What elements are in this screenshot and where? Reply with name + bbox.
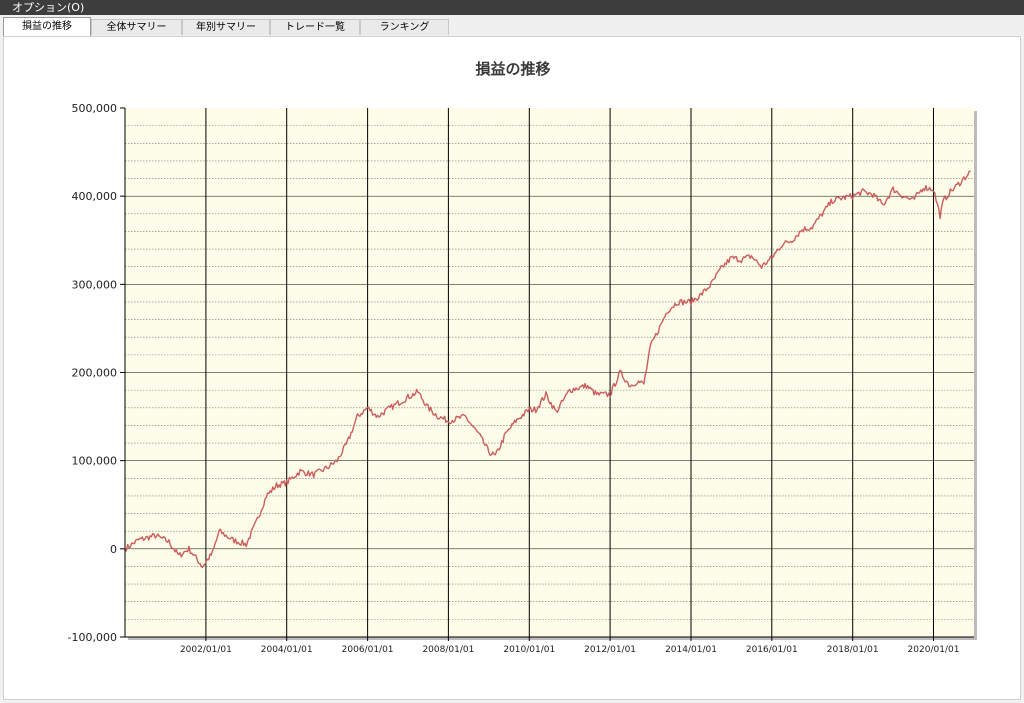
tab-trade-list[interactable]: トレード一覧 <box>270 19 360 35</box>
x-tick-label: 2020/01/01 <box>908 645 960 655</box>
y-tick-label: 500,000 <box>72 102 118 115</box>
chart-panel: 損益の推移 -100,000 0 100,000 200,000 300,000 400,… <box>3 36 1021 700</box>
y-tick-label: 0 <box>110 543 117 556</box>
x-tick-label: 2014/01/01 <box>665 645 717 655</box>
x-tick-label: 2010/01/01 <box>503 645 555 655</box>
y-tick-label: 400,000 <box>72 190 118 203</box>
x-tick-label: 2012/01/01 <box>584 645 636 655</box>
y-tick-label: -100,000 <box>68 631 117 644</box>
tab-strip: 損益の推移 全体サマリー 年別サマリー トレード一覧 ランキング <box>0 16 1024 37</box>
x-tick-label: 2018/01/01 <box>827 645 879 655</box>
x-tick-label: 2002/01/01 <box>180 645 232 655</box>
x-tick-label: 2004/01/01 <box>261 645 313 655</box>
tab-pnl-history[interactable]: 損益の推移 <box>3 17 91 37</box>
pnl-chart: 損益の推移 -100,000 0 100,000 200,000 300,000 400,… <box>68 60 977 655</box>
x-tick-label: 2006/01/01 <box>342 645 394 655</box>
menu-options[interactable]: オプション(O) <box>12 1 84 14</box>
y-tick-label: 100,000 <box>72 455 118 468</box>
tab-ranking[interactable]: ランキング <box>360 19 449 35</box>
menu-bar: オプション(O) <box>0 0 1024 15</box>
x-tick-label: 2016/01/01 <box>746 645 798 655</box>
tab-yearly-summary[interactable]: 年別サマリー <box>182 19 270 35</box>
y-tick-label: 300,000 <box>72 278 118 291</box>
tab-overall-summary[interactable]: 全体サマリー <box>91 19 182 35</box>
y-tick-label: 200,000 <box>72 367 118 380</box>
x-tick-label: 2008/01/01 <box>422 645 474 655</box>
chart-title: 損益の推移 <box>475 60 550 78</box>
